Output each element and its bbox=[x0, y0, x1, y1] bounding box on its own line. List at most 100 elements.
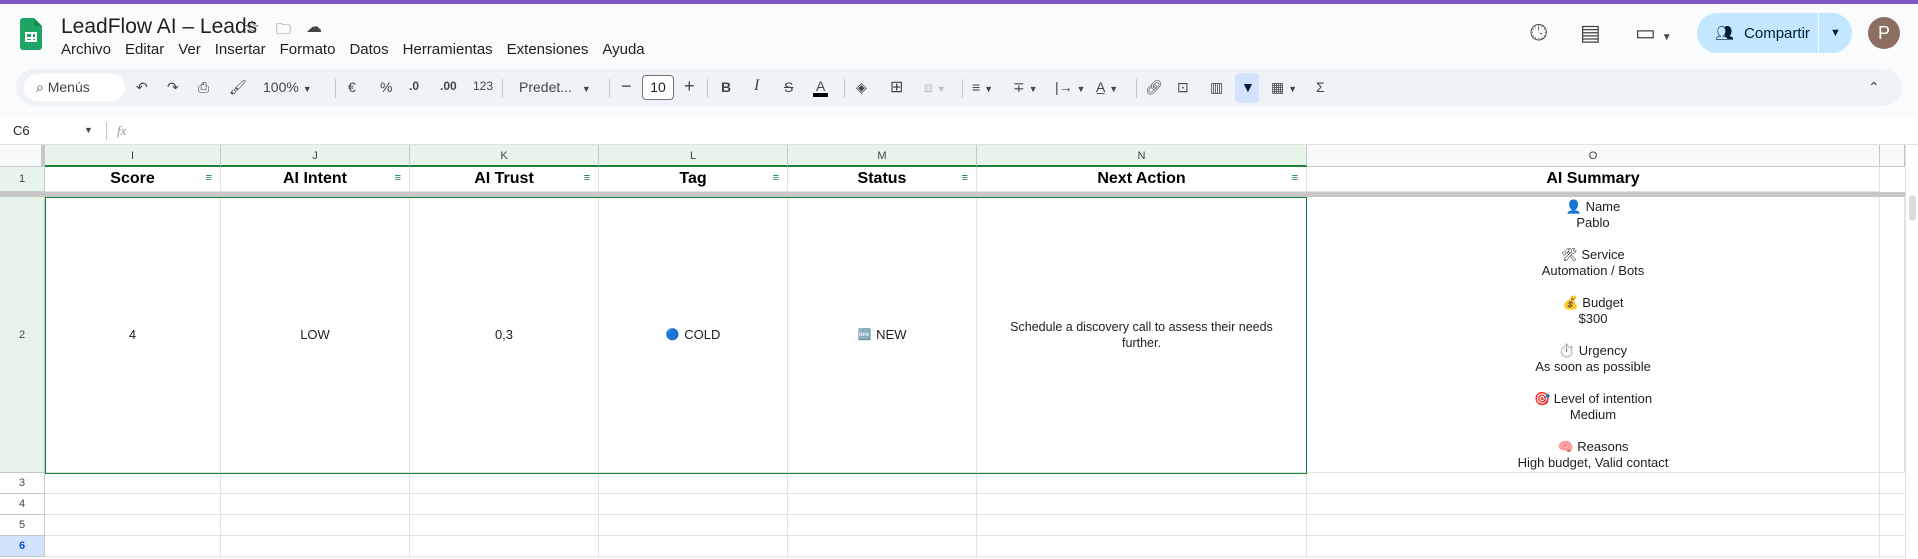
comments-icon[interactable]: ▤ bbox=[1580, 20, 1601, 46]
column-header-j[interactable]: J bbox=[221, 145, 410, 167]
name-box[interactable]: C6 bbox=[13, 123, 30, 138]
italic-button[interactable]: I bbox=[754, 77, 759, 95]
divider bbox=[962, 79, 963, 98]
cell-ai-trust[interactable]: 0,3 bbox=[410, 197, 599, 473]
filter-icon[interactable]: ≡ bbox=[773, 172, 779, 184]
version-history-icon[interactable]: 🕓︎ bbox=[1530, 20, 1547, 46]
row-header-1[interactable]: 1 bbox=[0, 167, 45, 192]
decrease-font-size-button[interactable]: − bbox=[621, 76, 632, 97]
cell-p2[interactable] bbox=[1880, 197, 1905, 473]
filter-icon[interactable]: ≡ bbox=[206, 172, 212, 184]
column-header-i[interactable]: I bbox=[45, 145, 221, 167]
borders-icon[interactable]: ⊞ bbox=[890, 77, 903, 97]
functions-icon[interactable]: ▦ ▼ bbox=[1271, 79, 1297, 96]
row-header-6[interactable]: 6 bbox=[0, 536, 45, 557]
sheets-logo-icon[interactable] bbox=[20, 18, 42, 50]
menu-editar[interactable]: Editar bbox=[125, 41, 172, 58]
redo-icon[interactable]: ↷ bbox=[167, 79, 179, 96]
menu-extensiones[interactable]: Extensiones bbox=[507, 41, 597, 58]
row-header-5[interactable]: 5 bbox=[0, 515, 45, 536]
strikethrough-button[interactable]: S bbox=[784, 79, 793, 95]
create-filter-button[interactable]: ▼ bbox=[1235, 73, 1259, 103]
row-header-4[interactable]: 4 bbox=[0, 494, 45, 515]
percent-format-button[interactable]: % bbox=[380, 79, 392, 95]
cell-tag[interactable]: 🔵 COLD bbox=[599, 197, 788, 473]
scrollbar-thumb[interactable] bbox=[1909, 195, 1916, 221]
header-cell-ai-intent[interactable]: AI Intent ≡ bbox=[221, 167, 410, 192]
number-format-button[interactable]: 123 bbox=[473, 79, 493, 93]
collapse-toolbar-icon[interactable]: ⌃ bbox=[1868, 79, 1880, 96]
horizontal-align-icon[interactable]: ≡ ▼ bbox=[972, 79, 993, 95]
text-rotation-icon[interactable]: A̲ ▼ bbox=[1096, 79, 1118, 95]
column-header-l[interactable]: L bbox=[599, 145, 788, 167]
filter-icon[interactable]: ≡ bbox=[584, 172, 590, 184]
person-icon: 👤 bbox=[1565, 198, 1582, 214]
header-cell-next-action[interactable]: Next Action ≡ bbox=[977, 167, 1307, 192]
insert-chart-icon[interactable]: ▥ bbox=[1210, 79, 1223, 96]
menu-insertar[interactable]: Insertar bbox=[215, 41, 274, 58]
paint-format-icon[interactable]: 🖌︎ bbox=[229, 79, 247, 96]
increase-font-size-button[interactable]: + bbox=[684, 76, 695, 97]
column-header-o[interactable]: O bbox=[1307, 145, 1880, 167]
increase-decimal-button[interactable]: .00 bbox=[440, 79, 457, 93]
cloud-status-icon[interactable]: ☁ bbox=[306, 17, 322, 37]
cell-ai-intent[interactable]: LOW bbox=[221, 197, 410, 473]
share-dropdown-button[interactable]: ▼ bbox=[1819, 27, 1852, 39]
menu-ver[interactable]: Ver bbox=[178, 41, 209, 58]
menu-datos[interactable]: Datos bbox=[349, 41, 396, 58]
print-icon[interactable]: ⎙ bbox=[198, 79, 209, 96]
menu-search-input[interactable]: ⌕ Menús bbox=[24, 74, 125, 101]
row-header-3[interactable]: 3 bbox=[0, 473, 45, 494]
filter-icon[interactable]: ≡ bbox=[1292, 172, 1298, 184]
column-header-p[interactable] bbox=[1880, 145, 1905, 167]
currency-format-button[interactable]: € bbox=[348, 79, 356, 95]
select-all-corner[interactable] bbox=[0, 145, 45, 167]
chevron-down-icon[interactable]: ▼ bbox=[84, 125, 93, 135]
document-title[interactable]: LeadFlow AI – Leads bbox=[61, 15, 257, 39]
avatar[interactable]: P bbox=[1868, 17, 1900, 49]
insert-comment-icon[interactable]: ⊡ bbox=[1177, 79, 1189, 96]
insert-link-icon[interactable]: 🔗︎ bbox=[1145, 79, 1163, 96]
font-select[interactable]: Predet... ▼ bbox=[519, 79, 591, 95]
vertical-scrollbar[interactable] bbox=[1905, 145, 1918, 559]
cell-score[interactable]: 4 bbox=[45, 197, 221, 473]
meet-video-icon[interactable]: ▭ ▼ bbox=[1635, 20, 1672, 46]
filter-icon[interactable]: ≡ bbox=[395, 172, 401, 184]
column-header-n[interactable]: N bbox=[977, 145, 1307, 167]
header-cell-status[interactable]: Status ≡ bbox=[788, 167, 977, 192]
header-label: AI Intent bbox=[283, 170, 347, 187]
header-cell-ai-trust[interactable]: AI Trust ≡ bbox=[410, 167, 599, 192]
divider bbox=[106, 122, 107, 140]
star-icon[interactable]: ☆ bbox=[244, 17, 260, 38]
formula-input[interactable] bbox=[140, 120, 1840, 142]
header-cell-ai-summary[interactable]: AI Summary bbox=[1307, 167, 1880, 192]
menu-formato[interactable]: Formato bbox=[280, 41, 344, 58]
header-cell-score[interactable]: Score ≡ bbox=[45, 167, 221, 192]
filter-icon[interactable]: ≡ bbox=[962, 172, 968, 184]
zoom-select[interactable]: 100% ▼ bbox=[263, 79, 312, 95]
column-header-m[interactable]: M bbox=[788, 145, 977, 167]
undo-icon[interactable]: ↶ bbox=[136, 79, 148, 96]
menu-herramientas[interactable]: Herramientas bbox=[403, 41, 501, 58]
column-header-k[interactable]: K bbox=[410, 145, 599, 167]
text-color-button[interactable]: A bbox=[813, 79, 829, 97]
menu-ayuda[interactable]: Ayuda bbox=[602, 41, 652, 58]
merge-cells-icon[interactable]: ⧈ ▼ bbox=[924, 79, 946, 96]
row-header-2[interactable]: 2 bbox=[0, 197, 45, 473]
share-button[interactable]: 👥︎ Compartir ▼ bbox=[1697, 13, 1852, 53]
vertical-align-icon[interactable]: ∓ ▼ bbox=[1013, 79, 1038, 96]
font-size-input[interactable]: 10 bbox=[642, 75, 674, 100]
cell-status[interactable]: 🆕 NEW bbox=[788, 197, 977, 473]
text-wrap-icon[interactable]: |→ ▼ bbox=[1055, 79, 1085, 95]
new-badge-icon: 🆕 bbox=[857, 329, 872, 341]
cell-ai-summary[interactable]: 👤 Name Pablo 🛠 Service Automation / Bots 💰… bbox=[1307, 197, 1880, 473]
decrease-decimal-button[interactable]: .0 bbox=[409, 79, 419, 93]
cell-next-action[interactable]: Schedule a discovery call to assess thei… bbox=[977, 197, 1307, 473]
summary-label: Budget bbox=[1582, 294, 1624, 310]
bold-button[interactable]: B bbox=[721, 79, 731, 95]
header-cell-tag[interactable]: Tag ≡ bbox=[599, 167, 788, 192]
sum-icon[interactable]: Σ bbox=[1316, 79, 1325, 95]
menu-archivo[interactable]: Archivo bbox=[61, 41, 119, 58]
empty-rows[interactable] bbox=[45, 473, 1905, 557]
fill-color-icon[interactable]: ◈ bbox=[856, 79, 867, 96]
